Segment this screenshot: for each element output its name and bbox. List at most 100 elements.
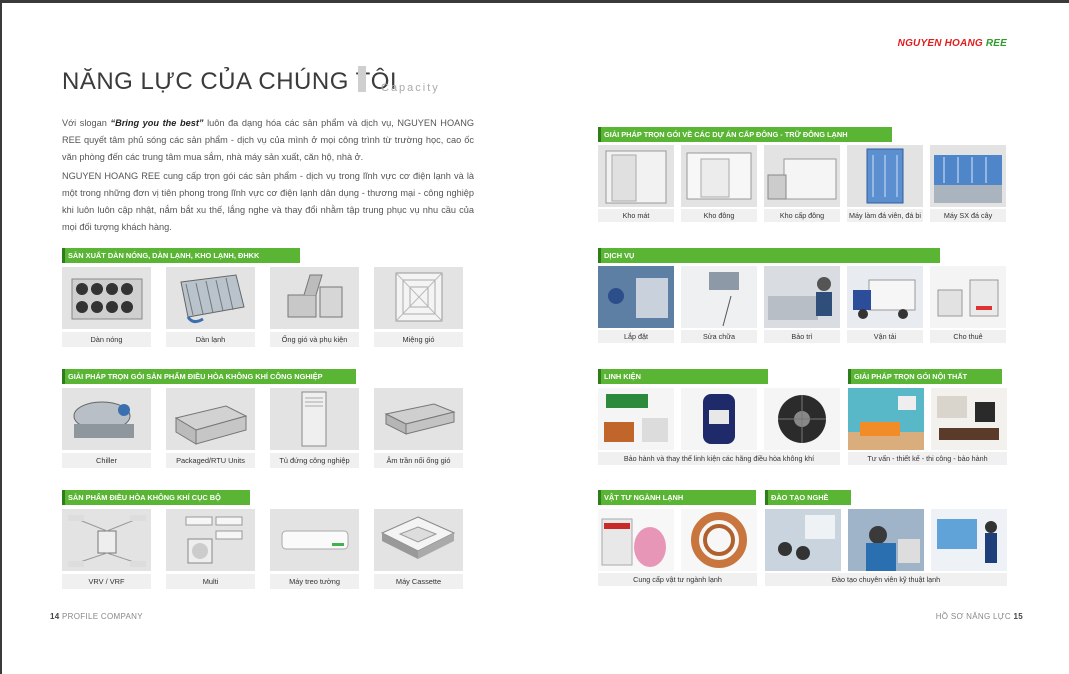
copper-pipe-image (681, 509, 757, 571)
compressor-image (681, 388, 757, 450)
section-supplies: VẬT TƯ NGÀNH LẠNH Cung cấp vật tư ngành … (598, 490, 757, 586)
ducted-unit-image (374, 388, 463, 450)
tile-kho-mat: Kho mát (598, 145, 674, 222)
tile-caption: Cho thuê (930, 330, 1006, 343)
tile-practice (848, 509, 924, 571)
tile-dan-nong: Dàn nóng (62, 267, 151, 347)
tile-lecture (931, 509, 1007, 571)
tile-caption: Chiller (62, 453, 151, 468)
tile-caption: Máy treo tường (270, 574, 359, 589)
tile-refrigerant (598, 509, 674, 571)
section-services: DỊCH VỤ Lắp đặt Sửa chữa Bảo trì Vận tải… (598, 248, 1006, 343)
section-caption: Tư vấn - thiết kế - thi công - bảo hành (848, 452, 1007, 465)
tile-vrv: VRV / VRF (62, 509, 151, 589)
lecture-image (931, 509, 1007, 571)
tile-mieng-gio: Miệng gió (374, 267, 463, 347)
tile-caption: Máy Cassette (374, 574, 463, 589)
intro-paragraph-2: NGUYEN HOANG REE cung cấp trọn gói các s… (62, 171, 474, 232)
section-caption: Cung cấp vật tư ngành lạnh (598, 573, 757, 586)
tile-chiller: Chiller (62, 388, 151, 468)
floor-standing-image (270, 388, 359, 450)
section-cold-storage: GIẢI PHÁP TRỌN GÓI VỀ CÁC DỰ ÁN CẤP ĐÔNG… (598, 127, 1006, 222)
title-divider (358, 66, 366, 92)
section-caption: Đào tạo chuyên viên kỹ thuật lạnh (765, 573, 1007, 586)
tile-may-sx-da-cay: Máy SX đá cây (930, 145, 1006, 222)
page-title: NĂNG LỰC CỦA CHÚNG TÔI (62, 68, 398, 95)
tile-treo-tuong: Máy treo tường (270, 509, 359, 589)
tile-caption: Vận tải (847, 330, 923, 343)
tile-multi: Multi (166, 509, 255, 589)
packaged-unit-image (166, 388, 255, 450)
condenser-image (62, 267, 151, 329)
section-interior: GIẢI PHÁP TRỌN GÓI NỘI THẤT Tư vấn - thi… (848, 369, 1007, 465)
tile-ong-gio: Ống gió và phụ kiện (270, 267, 359, 347)
duct-image (270, 267, 359, 329)
tile-caption: Kho mát (598, 209, 674, 222)
tile-living-room (848, 388, 924, 450)
tile-caption: Packaged/RTU Units (166, 453, 255, 468)
page-number-left: 14 (50, 612, 60, 621)
brand-logo: NGUYEN HOANG REE (897, 38, 1007, 49)
rental-image (930, 266, 1006, 328)
tile-caption: Lắp đặt (598, 330, 674, 343)
section-parts: LINH KIỆN Bảo hành và thay thế linh kiện… (598, 369, 840, 465)
repair-image (681, 266, 757, 328)
diffuser-image (374, 267, 463, 329)
tile-cassette: Máy Cassette (374, 509, 463, 589)
fan-motor-image (764, 388, 840, 450)
section-training: ĐÀO TẠO NGHỀ Đào tạo chuyên viên kỹ thuậ… (765, 490, 1007, 586)
tile-caption: Kho cấp đông (764, 209, 840, 222)
tile-interior-room (931, 388, 1007, 450)
transport-truck-image (847, 266, 923, 328)
tile-may-lam-da: Máy làm đá viên, đá bi (847, 145, 923, 222)
block-ice-machine-image (930, 145, 1006, 207)
tile-circuit-board (598, 388, 674, 450)
section-caption: Bảo hành và thay thế linh kiện các hãng … (598, 452, 840, 465)
tile-bao-tri: Bảo trì (764, 266, 840, 343)
tile-caption: Dàn nóng (62, 332, 151, 347)
footer-left: 14 PROFILE COMPANY (50, 612, 143, 621)
tile-sua-chua: Sửa chữa (681, 266, 757, 343)
tile-caption: Dàn lạnh (166, 332, 255, 347)
evaporator-image (166, 267, 255, 329)
tile-classroom (765, 509, 841, 571)
tile-caption: Ống gió và phụ kiện (270, 332, 359, 347)
section-industrial-hvac: GIẢI PHÁP TRỌN GÓI SẢN PHẨM ĐIỀU HÒA KHÔ… (62, 369, 463, 468)
page-subtitle: Capacity (381, 82, 440, 94)
section-title: SẢN XUẤT DÀN NÓNG, DÀN LẠNH, KHO LẠNH, Đ… (62, 248, 300, 263)
tile-caption: Kho đông (681, 209, 757, 222)
tile-caption: Máy SX đá cây (930, 209, 1006, 222)
classroom-image (765, 509, 841, 571)
section-title: DỊCH VỤ (598, 248, 940, 263)
tile-van-tai: Vận tải (847, 266, 923, 343)
installation-image (598, 266, 674, 328)
chiller-image (62, 388, 151, 450)
section-title: ĐÀO TẠO NGHỀ (765, 490, 851, 505)
footer-right: HỒ SƠ NĂNG LỰC 15 (935, 612, 1023, 621)
tile-caption: Multi (166, 574, 255, 589)
tile-caption: Âm trần nối ống gió (374, 453, 463, 468)
tile-kho-dong: Kho đông (681, 145, 757, 222)
ice-maker-image (847, 145, 923, 207)
tile-compressor (681, 388, 757, 450)
section-title: GIẢI PHÁP TRỌN GÓI VỀ CÁC DỰ ÁN CẤP ĐÔNG… (598, 127, 892, 142)
intro-text: Với slogan “Bring you the best” luôn đa … (62, 115, 474, 236)
living-room-image (848, 388, 924, 450)
intro-paragraph-1: Với slogan “Bring you the best” luôn đa … (62, 118, 474, 162)
blast-freezer-image (764, 145, 840, 207)
vrv-system-image (62, 509, 151, 571)
section-title: GIẢI PHÁP TRỌN GÓI NỘI THẤT (848, 369, 1002, 384)
tile-caption: Tủ đứng công nghiệp (270, 453, 359, 468)
refrigerant-image (598, 509, 674, 571)
section-title: LINH KIỆN (598, 369, 768, 384)
section-title: GIẢI PHÁP TRỌN GÓI SẢN PHẨM ĐIỀU HÒA KHÔ… (62, 369, 356, 384)
tile-cho-thue: Cho thuê (930, 266, 1006, 343)
tile-packaged: Packaged/RTU Units (166, 388, 255, 468)
cassette-image (374, 509, 463, 571)
tile-caption: Bảo trì (764, 330, 840, 343)
page-number-right: 15 (1013, 612, 1023, 621)
freezer-room-image (681, 145, 757, 207)
multi-split-image (166, 509, 255, 571)
tile-copper-pipe (681, 509, 757, 571)
tile-fan-motor (764, 388, 840, 450)
